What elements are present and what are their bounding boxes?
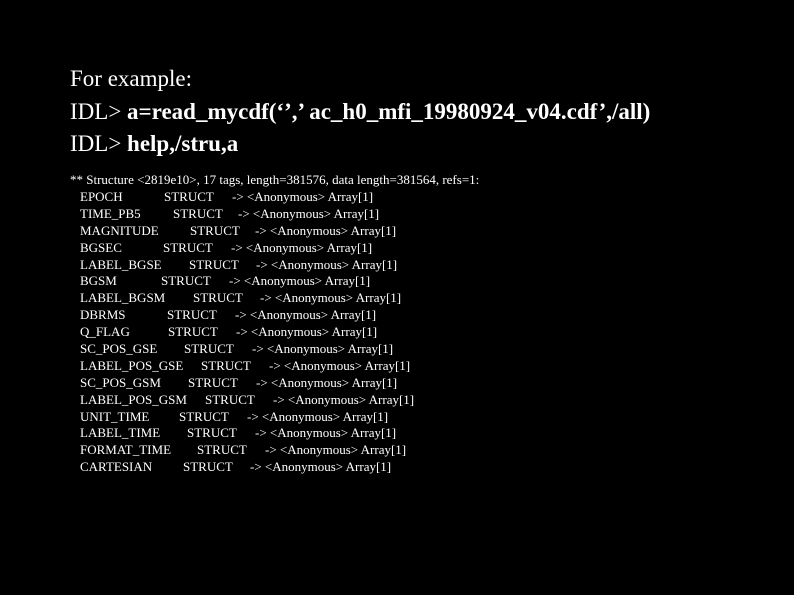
intro-text: For example: <box>70 66 192 91</box>
tag-name: LABEL_POS_GSM <box>80 391 187 407</box>
command-read-mycdf: a=read_mycdf(‘’,’ ac_h0_mfi_19980924_v04… <box>127 99 651 124</box>
tag-value: -> <Anonymous> Array[1] <box>255 222 397 238</box>
tag-name: UNIT_TIME <box>80 408 150 424</box>
idl-prompt: IDL> <box>70 131 128 156</box>
tag-value: -> <Anonymous> Array[1] <box>260 290 402 306</box>
tag-name: CARTESIAN <box>80 459 153 475</box>
command-line-help: IDL> help,/stru,a <box>70 131 238 157</box>
tag-type: STRUCT <box>167 307 217 323</box>
tag-name: LABEL_BGSE <box>80 256 162 272</box>
tag-name: MAGNITUDE <box>80 222 159 238</box>
tag-value: -> <Anonymous> Array[1] <box>273 391 415 407</box>
tag-type: STRUCT <box>205 391 255 407</box>
command-line-read: IDL> a=read_mycdf(‘’,’ ac_h0_mfi_1998092… <box>70 99 650 125</box>
tag-name: EPOCH <box>80 189 123 204</box>
tag-type: STRUCT <box>168 324 218 340</box>
tag-value: -> <Anonymous> Array[1] <box>235 307 377 323</box>
tag-type: STRUCT <box>201 357 251 373</box>
idl-prompt: IDL> <box>70 99 128 124</box>
tag-type: STRUCT <box>193 290 243 306</box>
tag-type: STRUCT <box>183 459 233 475</box>
tag-type: STRUCT <box>164 189 214 204</box>
tag-type: STRUCT <box>189 256 239 272</box>
tag-value: -> <Anonymous> Array[1] <box>236 324 378 340</box>
tag-name: TIME_PB5 <box>80 205 141 221</box>
tag-name: BGSEC <box>80 239 122 255</box>
tag-type: STRUCT <box>197 442 247 458</box>
tag-value: -> <Anonymous> Array[1] <box>252 341 394 357</box>
tag-name: SC_POS_GSM <box>80 374 161 390</box>
tag-name: Q_FLAG <box>80 324 130 340</box>
tag-name: FORMAT_TIME <box>80 442 172 458</box>
tag-value: -> <Anonymous> Array[1] <box>255 425 397 441</box>
tag-type: STRUCT <box>188 374 238 390</box>
tag-type: STRUCT <box>184 341 234 357</box>
tag-name: LABEL_TIME <box>80 425 161 441</box>
tag-value: -> <Anonymous> Array[1] <box>265 442 407 458</box>
tag-name: SC_POS_GSE <box>80 341 158 357</box>
tag-name: DBRMS <box>80 307 126 323</box>
tag-value: -> <Anonymous> Array[1] <box>229 273 371 289</box>
tag-type: STRUCT <box>187 425 237 441</box>
tag-name: LABEL_POS_GSE <box>80 357 184 373</box>
tag-value: -> <Anonymous> Array[1] <box>232 189 374 204</box>
tag-type: STRUCT <box>173 205 223 221</box>
tag-value: -> <Anonymous> Array[1] <box>250 459 392 475</box>
command-help-stru: help,/stru,a <box>127 131 239 156</box>
tag-type: STRUCT <box>161 273 211 289</box>
tag-value: -> <Anonymous> Array[1] <box>269 357 411 373</box>
tag-value: -> <Anonymous> Array[1] <box>256 374 398 390</box>
tag-value: -> <Anonymous> Array[1] <box>247 408 389 424</box>
tag-value: -> <Anonymous> Array[1] <box>238 205 380 221</box>
tag-type: STRUCT <box>190 222 240 238</box>
structure-header: ** Structure <2819e10>, 17 tags, length=… <box>70 172 480 187</box>
tag-name: BGSM <box>80 273 117 289</box>
tag-type: STRUCT <box>163 239 213 255</box>
tag-type: STRUCT <box>179 408 229 424</box>
tag-value: -> <Anonymous> Array[1] <box>231 239 373 255</box>
tag-value: -> <Anonymous> Array[1] <box>256 256 398 272</box>
tag-name: LABEL_BGSM <box>80 290 166 306</box>
